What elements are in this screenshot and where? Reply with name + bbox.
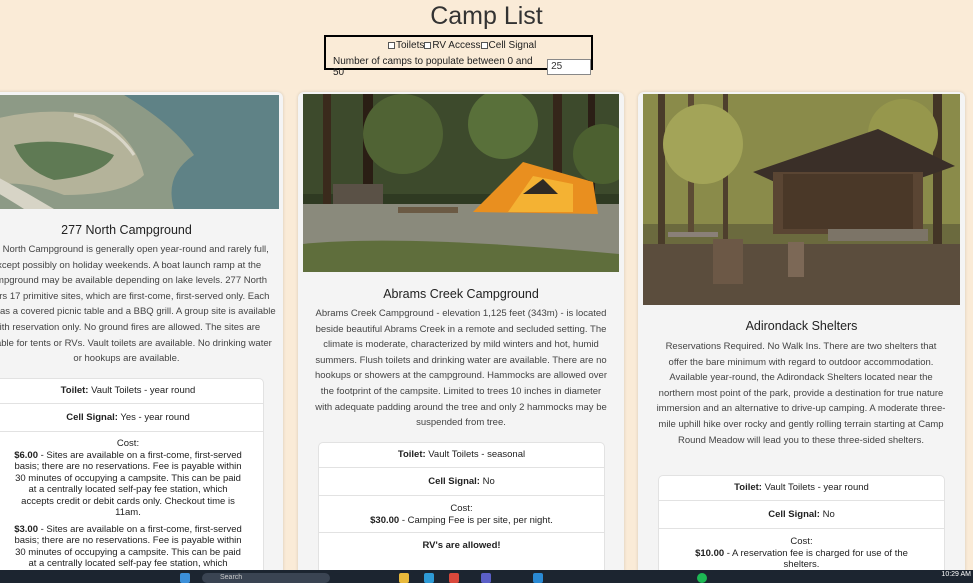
cost-text: - Camping Fee is per site, per night.: [401, 514, 553, 526]
cost-label: Cost:: [450, 503, 473, 514]
cell-value: No: [482, 475, 495, 487]
toilet-info: Toilet: Vault Toilets - year round: [0, 379, 263, 404]
cell-info: Cell Signal: No: [659, 501, 944, 529]
toilet-label: Toilet:: [734, 482, 762, 493]
filter-checkbox-row: Toilets RV Access Cell Signal: [388, 40, 536, 51]
teams-icon[interactable]: [481, 573, 491, 583]
toilets-label: Toilets: [396, 40, 425, 51]
camp-title: Adirondack Shelters: [745, 319, 858, 333]
cell-label: Cell Signal:: [66, 411, 118, 423]
os-taskbar: Search 10:29 AM: [0, 570, 973, 583]
spotify-icon[interactable]: [697, 573, 707, 583]
camp-description: Abrams Creek Campground - elevation 1,12…: [314, 308, 607, 429]
file-explorer-icon[interactable]: [399, 573, 409, 583]
cost-info: Cost: $6.00 - Sites are available on a f…: [0, 432, 263, 582]
cost-amount: $3.00: [14, 523, 38, 535]
toilets-checkbox[interactable]: [388, 42, 395, 49]
camp-count-label: Number of camps to populate between 0 an…: [333, 56, 533, 78]
rv-access-label: RV Access: [432, 40, 481, 51]
cost-entry: $10.00 - A reservation fee is charged fo…: [683, 548, 920, 571]
camp-title: Abrams Creek Campground: [383, 287, 539, 301]
cell-label: Cell Signal:: [768, 508, 820, 520]
camp-photo-adirondack-shelters: [643, 94, 960, 305]
cell-label: Cell Signal:: [428, 475, 480, 487]
camp-card: 277 North Campground 277 North Campgroun…: [0, 92, 283, 582]
toilet-info: Toilet: Vault Toilets - seasonal: [319, 443, 604, 468]
cost-entry: $6.00 - Sites are available on a first-c…: [11, 450, 245, 519]
camp-photo-277-north: [0, 95, 279, 209]
cost-amount: $6.00: [14, 449, 38, 461]
camp-info-list: Toilet: Vault Toilets - seasonal Cell Si…: [318, 442, 605, 579]
cell-signal-label: Cell Signal: [488, 40, 537, 51]
page-title: Camp List: [430, 2, 543, 30]
camp-description: 277 North Campground is generally open y…: [0, 244, 276, 365]
camp-info-list: Toilet: Vault Toilets - year round Cell …: [0, 378, 264, 582]
cell-value: Yes - year round: [120, 411, 190, 423]
camp-count-input[interactable]: 25: [547, 59, 591, 75]
chrome-icon[interactable]: [449, 573, 459, 583]
filter-panel: Toilets RV Access Cell Signal Number of …: [324, 35, 593, 78]
cost-text: - Sites are available on a first-come, f…: [14, 449, 242, 519]
vscode-icon[interactable]: [533, 573, 543, 583]
cost-amount: $10.00: [695, 547, 725, 559]
camp-info-list: Toilet: Vault Toilets - year round Cell …: [658, 475, 945, 582]
cost-entry: $30.00 - Camping Fee is per site, per ni…: [325, 515, 598, 527]
toilet-label: Toilet:: [60, 385, 89, 396]
rv-access-checkbox[interactable]: [424, 42, 432, 49]
cell-info: Cell Signal: No: [319, 468, 604, 496]
toilet-value: Vault Toilets - seasonal: [428, 449, 526, 460]
toilet-value: Vault Toilets - year round: [91, 385, 196, 396]
toilet-label: Toilet:: [397, 449, 426, 460]
camp-photo-abrams-creek: [303, 94, 619, 272]
taskbar-search[interactable]: Search: [202, 573, 330, 583]
camp-count-row: Number of camps to populate between 0 an…: [333, 56, 591, 78]
edge-browser-icon[interactable]: [424, 573, 434, 583]
cell-signal-checkbox[interactable]: [480, 42, 488, 49]
rv-info: RV's are allowed!: [319, 533, 604, 558]
camp-card: Abrams Creek Campground Abrams Creek Cam…: [298, 92, 624, 582]
cell-value: No: [822, 508, 835, 520]
cell-info: Cell Signal: Yes - year round: [0, 404, 263, 432]
rv-allowed-text: RV's are allowed!: [422, 540, 501, 551]
cost-info: Cost: $30.00 - Camping Fee is per site, …: [319, 496, 604, 533]
cost-amount: $30.00: [370, 514, 400, 526]
cost-label: Cost:: [116, 438, 140, 449]
toilet-info: Toilet: Vault Toilets - year round: [659, 476, 944, 501]
taskbar-clock: 10:29 AM: [941, 571, 971, 578]
camp-title: 277 North Campground: [61, 223, 192, 237]
cost-label: Cost:: [790, 536, 813, 547]
camp-card: Adirondack Shelters Reservations Require…: [638, 92, 965, 582]
cost-text: - A reservation fee is charged for use o…: [726, 547, 908, 571]
windows-start-icon[interactable]: [180, 573, 190, 583]
toilet-value: Vault Toilets - year round: [764, 482, 869, 493]
camp-description: Reservations Required. No Walk Ins. Ther…: [656, 341, 946, 446]
